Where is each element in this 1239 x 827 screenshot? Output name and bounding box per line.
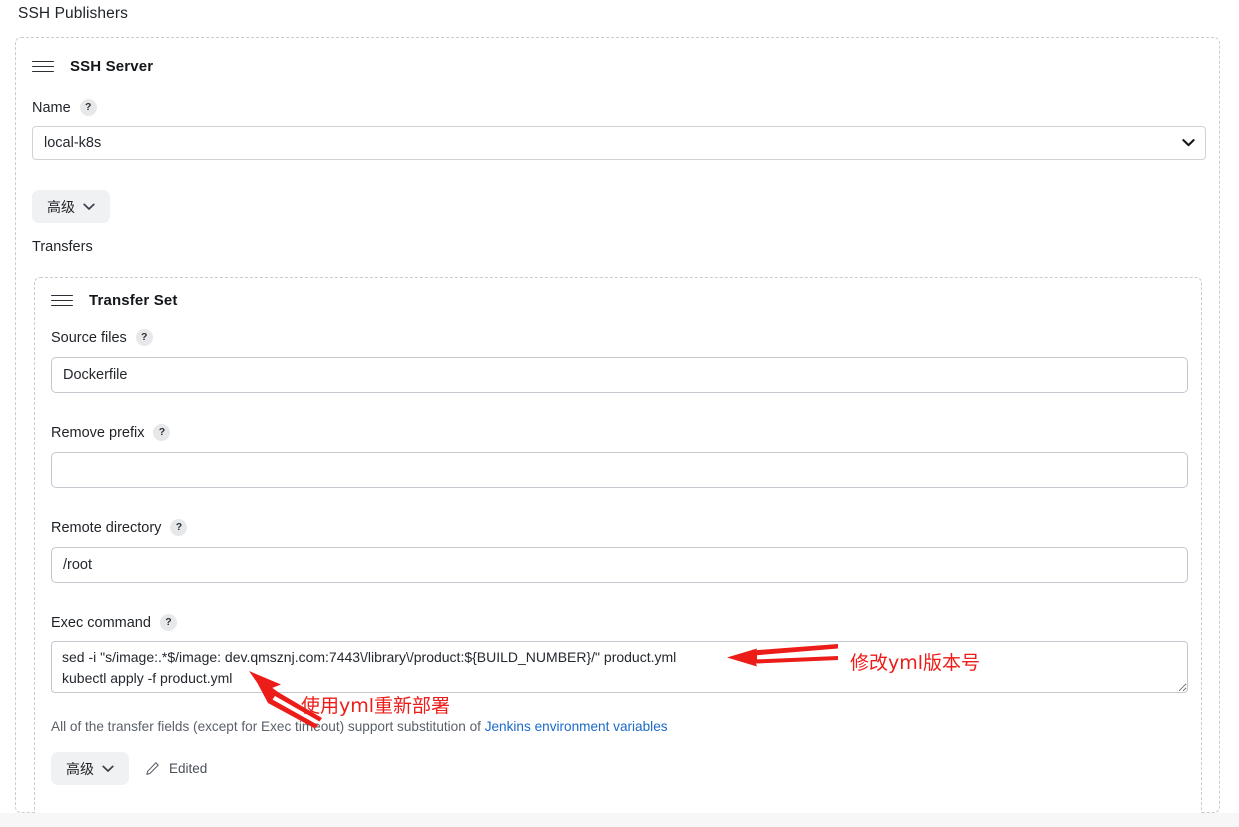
remote-directory-label: Remote directory	[51, 519, 162, 536]
ssh-server-advanced-label: 高级	[47, 198, 75, 215]
help-icon[interactable]: ?	[170, 519, 188, 536]
transfer-set-footer-row: 高级 Edited	[51, 752, 207, 785]
edited-indicator[interactable]: Edited	[145, 761, 207, 776]
source-files-label: Source files	[51, 329, 127, 346]
source-files-field-wrap	[51, 357, 1188, 393]
bottom-divider	[0, 813, 1239, 827]
chevron-down-icon	[102, 765, 114, 772]
page-title: SSH Publishers	[18, 5, 128, 22]
substitution-note-text: All of the transfer fields (except for E…	[51, 719, 485, 734]
exec-command-field-wrap: sed -i "s/image:.*$/image: dev.qmsznj.co…	[51, 641, 1188, 698]
source-files-input[interactable]	[51, 357, 1188, 393]
source-files-label-row: Source files ?	[51, 329, 153, 346]
help-icon[interactable]: ?	[79, 99, 97, 116]
hamburger-drag-icon[interactable]	[32, 60, 54, 73]
remove-prefix-label-row: Remove prefix ?	[51, 424, 171, 441]
ssh-server-panel: SSH Server Name ? local-k8s 高级 Transfers	[15, 37, 1220, 822]
remote-directory-label-row: Remote directory ?	[51, 519, 188, 536]
edited-label: Edited	[169, 761, 208, 776]
name-label-row: Name ?	[32, 99, 97, 116]
transfer-set-advanced-button[interactable]: 高级	[51, 752, 129, 785]
name-label: Name	[32, 99, 71, 116]
help-icon[interactable]: ?	[135, 329, 153, 346]
remote-directory-field-wrap	[51, 547, 1188, 583]
transfer-set-title: Transfer Set	[89, 292, 178, 309]
transfers-label: Transfers	[32, 239, 93, 255]
exec-command-textarea[interactable]: sed -i "s/image:.*$/image: dev.qmsznj.co…	[51, 641, 1188, 693]
transfer-set-header: Transfer Set	[51, 292, 178, 309]
help-icon[interactable]: ?	[159, 614, 177, 631]
hamburger-drag-icon[interactable]	[51, 294, 73, 307]
transfer-set-panel: Transfer Set Source files ? Remove prefi…	[34, 277, 1202, 822]
exec-command-label: Exec command	[51, 614, 151, 631]
ssh-server-title: SSH Server	[70, 58, 154, 75]
exec-command-label-row: Exec command ?	[51, 614, 177, 631]
substitution-note: All of the transfer fields (except for E…	[51, 719, 668, 734]
screenshot-root: SSH Publishers SSH Server Name ? local-k…	[0, 0, 1239, 827]
ssh-server-name-select[interactable]: local-k8s	[32, 126, 1206, 160]
ssh-server-header: SSH Server	[32, 58, 153, 75]
chevron-down-icon	[83, 203, 95, 210]
remote-directory-input[interactable]	[51, 547, 1188, 583]
ssh-server-name-select-wrap: local-k8s	[32, 126, 1206, 160]
help-icon[interactable]: ?	[153, 424, 171, 441]
pencil-icon	[146, 762, 159, 775]
ssh-server-advanced-button[interactable]: 高级	[32, 190, 110, 223]
remove-prefix-label: Remove prefix	[51, 424, 145, 441]
jenkins-env-vars-link[interactable]: Jenkins environment variables	[485, 719, 668, 734]
remove-prefix-field-wrap	[51, 452, 1188, 488]
remove-prefix-input[interactable]	[51, 452, 1188, 488]
transfer-set-advanced-label: 高级	[66, 760, 94, 777]
